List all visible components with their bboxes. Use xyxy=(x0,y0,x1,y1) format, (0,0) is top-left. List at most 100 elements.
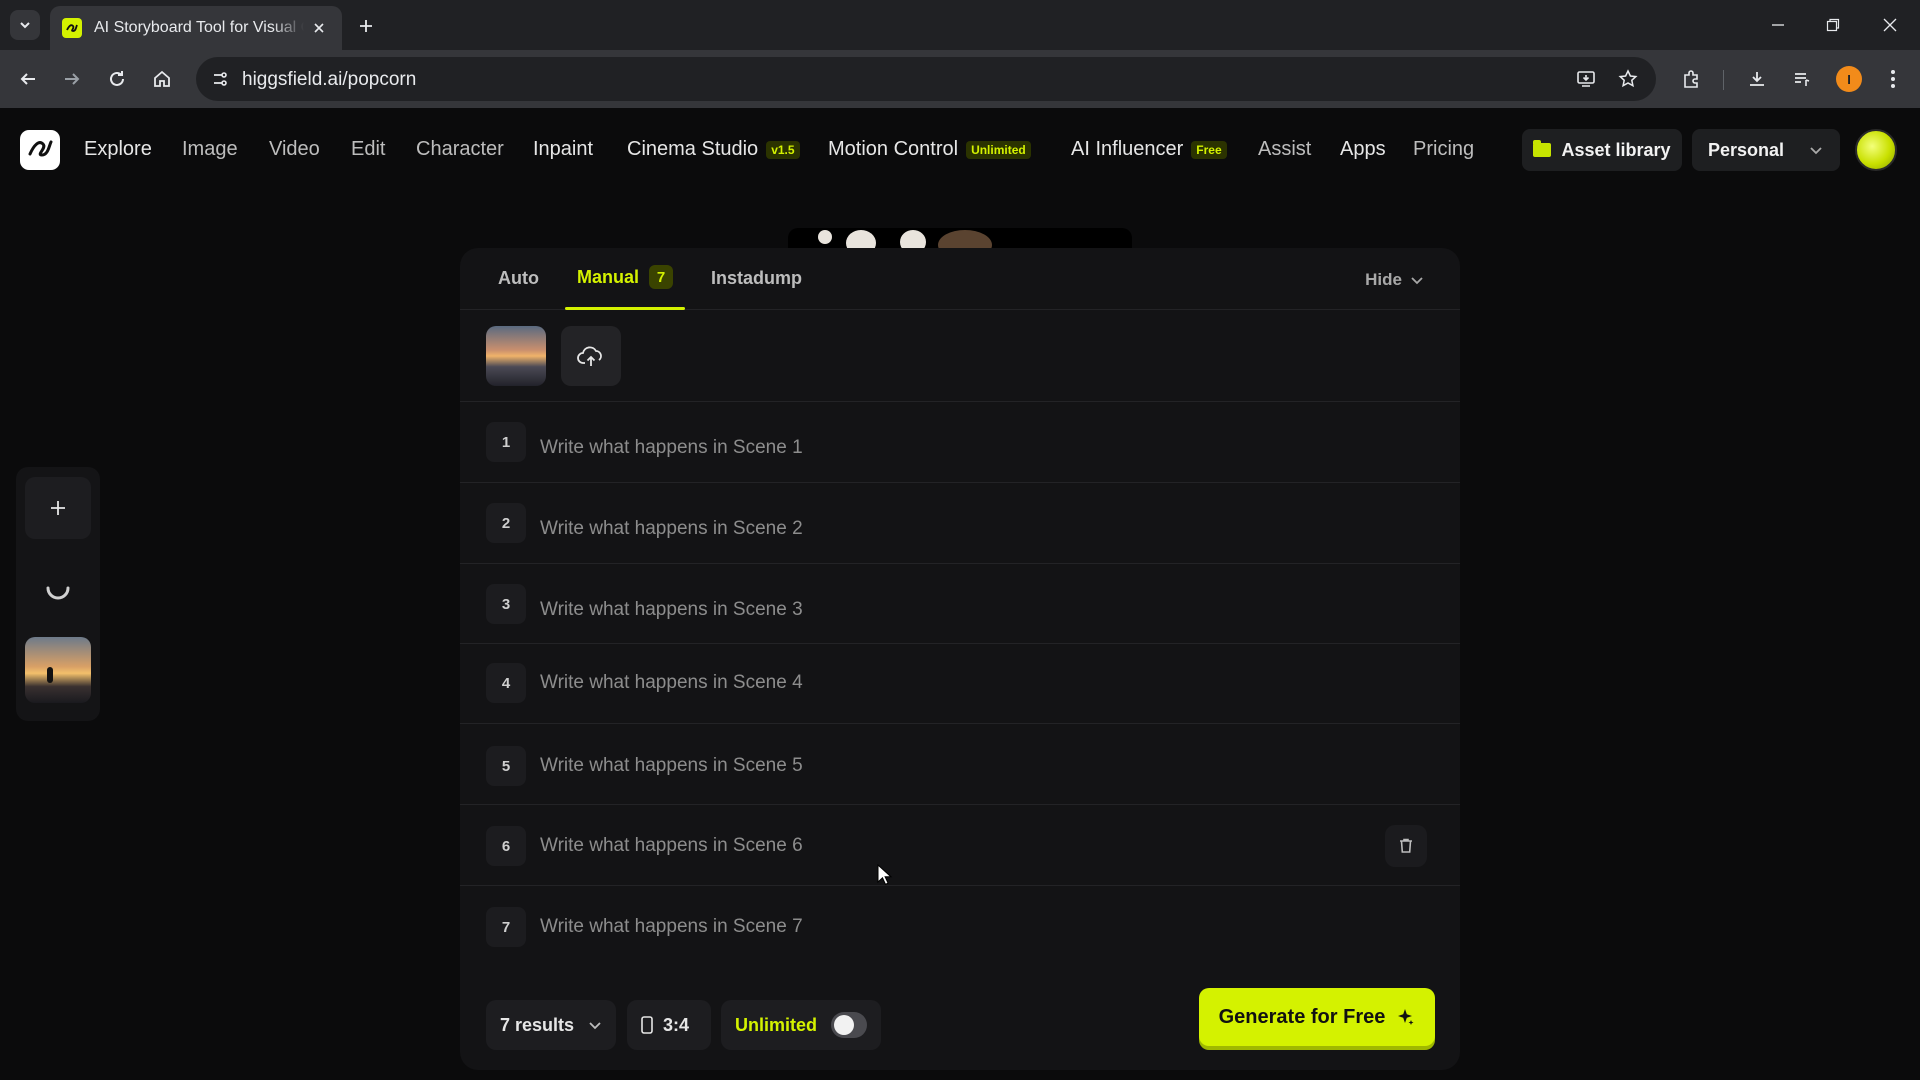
scene-row: 3 xyxy=(460,564,1460,644)
media-controls-button[interactable] xyxy=(1786,63,1818,95)
downloads-button[interactable] xyxy=(1741,63,1773,95)
install-app-icon[interactable] xyxy=(1572,65,1600,93)
upload-cloud-icon xyxy=(577,346,602,366)
nav-label: Cinema Studio xyxy=(627,138,759,160)
aspect-ratio-label: 3:4 xyxy=(663,1014,690,1035)
close-window-button[interactable] xyxy=(1870,10,1910,40)
tab-search-button[interactable] xyxy=(10,10,40,40)
nav-pricing[interactable]: Pricing xyxy=(1413,138,1474,161)
plus-icon xyxy=(360,20,372,32)
kebab-menu-icon xyxy=(1891,70,1895,88)
version-badge: v1.5 xyxy=(766,140,800,159)
nav-label: Motion Control xyxy=(828,138,959,160)
scene-number: 2 xyxy=(486,503,526,543)
hide-button[interactable]: Hide xyxy=(1365,270,1424,290)
unlimited-toggle-pill[interactable]: Unlimited xyxy=(721,1000,881,1050)
history-thumbnail[interactable] xyxy=(25,637,91,703)
loading-spinner xyxy=(25,563,91,613)
user-avatar[interactable] xyxy=(1855,129,1897,171)
browser-tab-active[interactable]: AI Storyboard Tool for Visual Content xyxy=(50,6,342,50)
portrait-frame-icon xyxy=(641,1016,653,1034)
scene-row: 7 xyxy=(460,886,1460,966)
scene-row: 1 xyxy=(460,402,1460,483)
asset-library-label: Asset library xyxy=(1561,139,1671,160)
tab-instadump[interactable]: Instadump xyxy=(711,268,802,289)
storyboard-preview-peek xyxy=(788,228,1132,248)
scene-row: 5 xyxy=(460,724,1460,805)
nav-image[interactable]: Image xyxy=(182,138,238,161)
scene-number: 7 xyxy=(486,907,526,947)
nav-explore[interactable]: Explore xyxy=(84,138,152,161)
delete-scene-button[interactable] xyxy=(1385,825,1427,867)
higgsfield-logo[interactable] xyxy=(20,130,60,170)
chevron-down-icon xyxy=(20,22,30,29)
scene-row: 2 xyxy=(460,483,1460,564)
generate-button[interactable]: Generate for Free xyxy=(1199,988,1435,1046)
reference-image-thumbnail[interactable] xyxy=(486,326,546,386)
profile-avatar[interactable]: I xyxy=(1836,66,1862,92)
home-button[interactable] xyxy=(146,63,178,95)
nav-assist[interactable]: Assist xyxy=(1258,138,1311,161)
browser-menu-button[interactable] xyxy=(1877,63,1909,95)
chevron-down-icon xyxy=(1411,277,1423,285)
unlimited-badge: Unlimited xyxy=(966,140,1031,159)
left-history-panel xyxy=(16,467,100,721)
asset-library-button[interactable]: Asset library xyxy=(1522,129,1682,171)
nav-label: Inpaint xyxy=(533,138,594,160)
nav-ai-influencer[interactable]: AI Influencer Free xyxy=(1071,138,1227,161)
new-project-button[interactable] xyxy=(25,477,91,539)
bookmark-star-icon[interactable] xyxy=(1614,65,1642,93)
nav-cinema-studio[interactable]: Cinema Studio v1.5 xyxy=(627,138,800,161)
scene-1-input[interactable] xyxy=(540,428,1340,468)
nav-edit[interactable]: Edit xyxy=(351,138,385,161)
upload-button[interactable] xyxy=(561,326,621,386)
nav-motion-control[interactable]: Motion Control Unlimited xyxy=(828,138,1031,161)
address-bar[interactable]: higgsfield.ai/popcorn xyxy=(196,57,1656,101)
forward-button[interactable] xyxy=(56,63,88,95)
tab-close-icon[interactable] xyxy=(308,17,330,39)
tab-manual[interactable]: Manual 7 xyxy=(577,265,674,289)
nav-label: Pricing xyxy=(1413,138,1475,160)
scene-7-input[interactable] xyxy=(540,907,1340,947)
nav-label: Image xyxy=(182,138,238,160)
reload-button[interactable] xyxy=(101,63,133,95)
plus-icon xyxy=(51,501,65,515)
free-badge: Free xyxy=(1191,140,1227,159)
browser-tabstrip: AI Storyboard Tool for Visual Content xyxy=(0,0,1920,50)
home-icon xyxy=(154,70,170,87)
scene-row: 6 xyxy=(460,805,1460,886)
nav-label: Video xyxy=(269,138,320,160)
reference-media-row xyxy=(460,310,1460,402)
scene-3-input[interactable] xyxy=(540,590,1340,630)
toolbar-divider xyxy=(1723,70,1724,90)
nav-video[interactable]: Video xyxy=(269,138,320,161)
arrow-left-icon xyxy=(20,73,35,85)
nav-character[interactable]: Character xyxy=(416,138,504,161)
reload-icon xyxy=(110,71,124,86)
scene-5-input[interactable] xyxy=(540,746,1340,786)
tab-auto[interactable]: Auto xyxy=(498,268,539,289)
minimize-button[interactable] xyxy=(1758,10,1798,40)
unlimited-toggle[interactable] xyxy=(831,1012,867,1038)
nav-label: Edit xyxy=(351,138,386,160)
nav-inpaint[interactable]: Inpaint xyxy=(533,138,593,161)
back-button[interactable] xyxy=(12,63,44,95)
url-text[interactable]: higgsfield.ai/popcorn xyxy=(242,69,416,91)
scene-4-input[interactable] xyxy=(540,663,1340,703)
restore-button[interactable] xyxy=(1813,10,1853,40)
scene-6-input[interactable] xyxy=(540,826,1340,866)
scene-number: 4 xyxy=(486,663,526,703)
scene-2-input[interactable] xyxy=(540,509,1340,549)
arrow-right-icon xyxy=(65,73,80,85)
scene-number: 5 xyxy=(486,746,526,786)
site-navbar: Explore Image Video Edit Character Inpai… xyxy=(0,108,1920,190)
nav-apps[interactable]: Apps xyxy=(1340,138,1386,161)
storyboard-card: Auto Manual 7 Instadump Hide 1 2 3 4 xyxy=(460,248,1460,1070)
tab-label: Manual xyxy=(577,266,640,287)
extensions-button[interactable] xyxy=(1675,63,1707,95)
results-count-select[interactable]: 7 results xyxy=(486,1000,616,1050)
aspect-ratio-select[interactable]: 3:4 xyxy=(627,1000,711,1050)
new-tab-button[interactable] xyxy=(352,12,380,40)
site-info-icon[interactable] xyxy=(206,65,234,93)
workspace-select[interactable]: Personal xyxy=(1692,129,1840,171)
